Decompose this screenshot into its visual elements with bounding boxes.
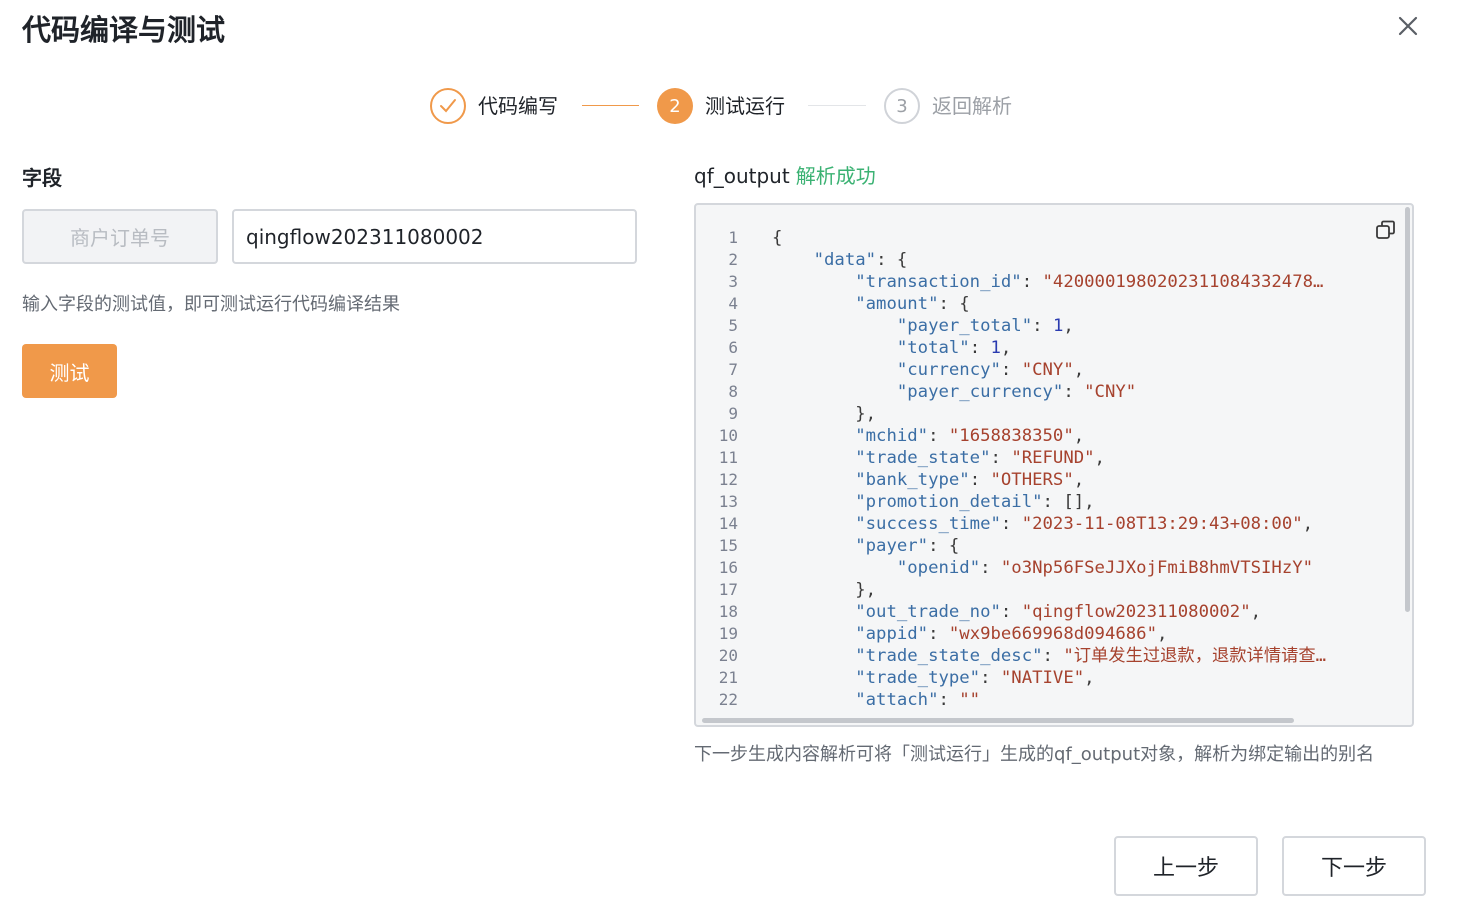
line-text: "payer": {	[855, 536, 960, 556]
line-number: 1	[728, 228, 738, 247]
line-text: "trade_state": "REFUND",	[855, 448, 1105, 468]
line-text: "out_trade_no": "qingflow202311080002",	[855, 602, 1262, 622]
line-text: "promotion_detail": [],	[855, 492, 1095, 512]
vertical-scrollbar[interactable]	[1405, 207, 1410, 612]
line-text: "bank_type": "OTHERS",	[855, 470, 1085, 490]
code-line: 13 "promotion_detail": [],	[696, 491, 1402, 513]
step-connector	[808, 105, 866, 106]
stepper: 代码编写 2 测试运行 3 返回解析	[0, 87, 1464, 125]
line-number: 13	[718, 492, 738, 511]
code-editor[interactable]: 1{2 "data": {3 "transaction_id": "420000…	[694, 203, 1414, 727]
line-text: "success_time": "2023-11-08T13:29:43+08:…	[855, 514, 1314, 534]
line-text: "trade_type": "NATIVE",	[855, 668, 1095, 688]
line-number: 8	[728, 382, 738, 401]
step-number-2: 2	[657, 88, 693, 124]
line-text: "mchid": "1658838350",	[855, 426, 1085, 446]
code-line: 11 "trade_state": "REFUND",	[696, 447, 1402, 469]
prev-step-button[interactable]: 上一步	[1114, 836, 1258, 896]
line-number: 21	[718, 668, 738, 687]
line-number: 22	[718, 690, 738, 709]
test-button[interactable]: 测试	[22, 344, 117, 398]
code-line: 3 "transaction_id": "4200001980202311084…	[696, 271, 1402, 293]
code-line: 9 },	[696, 403, 1402, 425]
code-line: 14 "success_time": "2023-11-08T13:29:43+…	[696, 513, 1402, 535]
line-number: 10	[718, 426, 738, 445]
line-text: "transaction_id": "420000198020231108433…	[855, 272, 1324, 292]
line-number: 14	[718, 514, 738, 533]
code-line: 15 "payer": {	[696, 535, 1402, 557]
code-line: 21 "trade_type": "NATIVE",	[696, 667, 1402, 689]
field-hint: 输入字段的测试值，即可测试运行代码编译结果	[22, 294, 400, 315]
field-name-select[interactable]: 商户订单号	[22, 209, 218, 264]
line-number: 12	[718, 470, 738, 489]
line-number: 17	[718, 580, 738, 599]
line-number: 3	[728, 272, 738, 291]
code-line: 17 },	[696, 579, 1402, 601]
line-text: "attach": ""	[855, 690, 981, 710]
code-line: 18 "out_trade_no": "qingflow202311080002…	[696, 601, 1402, 623]
line-number: 19	[718, 624, 738, 643]
line-number: 9	[728, 404, 738, 423]
output-description: 下一步生成内容解析可将「测试运行」生成的qf_output对象，解析为绑定输出的…	[694, 744, 1375, 765]
test-value-input[interactable]	[232, 209, 637, 264]
line-text: "currency": "CNY",	[896, 360, 1085, 380]
code-line: 22 "attach": ""	[696, 689, 1402, 711]
code-line: 1{	[696, 227, 1402, 249]
code-line: 12 "bank_type": "OTHERS",	[696, 469, 1402, 491]
line-text: "payer_total": 1,	[896, 316, 1074, 336]
close-icon[interactable]	[1394, 12, 1422, 40]
step-test-run: 测试运行	[705, 94, 785, 118]
code-line: 20 "trade_state_desc": "订单发生过退款，退款详情请查…	[696, 645, 1402, 667]
code-content: 1{2 "data": {3 "transaction_id": "420000…	[696, 227, 1402, 715]
step-connector	[582, 105, 639, 106]
line-text: },	[772, 580, 877, 600]
parse-status: 解析成功	[795, 164, 876, 188]
field-section-label: 字段	[22, 166, 62, 190]
line-text: "amount": {	[855, 294, 970, 314]
line-text: },	[772, 404, 877, 424]
line-number: 15	[718, 536, 738, 555]
copy-icon[interactable]	[1374, 218, 1398, 242]
step-number-3: 3	[884, 88, 920, 124]
code-line: 7 "currency": "CNY",	[696, 359, 1402, 381]
line-number: 18	[718, 602, 738, 621]
line-text: "openid": "o3Np56FSeJJXojFmiB8hmVTSIHzY"	[896, 558, 1314, 578]
code-line: 19 "appid": "wx9be669968d094686",	[696, 623, 1402, 645]
line-number: 2	[728, 250, 738, 269]
line-number: 16	[718, 558, 738, 577]
line-number: 7	[728, 360, 738, 379]
line-text: "trade_state_desc": "订单发生过退款，退款详情请查…	[855, 646, 1327, 666]
line-text: "total": 1,	[896, 338, 1012, 358]
output-name: qf_output	[694, 164, 790, 188]
code-line: 5 "payer_total": 1,	[696, 315, 1402, 337]
line-text: "payer_currency": "CNY"	[896, 382, 1137, 402]
next-step-button[interactable]: 下一步	[1282, 836, 1426, 896]
code-line: 6 "total": 1,	[696, 337, 1402, 359]
code-line: 16 "openid": "o3Np56FSeJJXojFmiB8hmVTSIH…	[696, 557, 1402, 579]
horizontal-scrollbar[interactable]	[702, 718, 1294, 723]
line-number: 5	[728, 316, 738, 335]
code-line: 8 "payer_currency": "CNY"	[696, 381, 1402, 403]
code-line: 4 "amount": {	[696, 293, 1402, 315]
line-text: "appid": "wx9be669968d094686",	[855, 624, 1168, 644]
output-label: qf_output 解析成功	[694, 163, 876, 189]
dialog-title: 代码编译与测试	[22, 13, 226, 47]
step-return-parse: 返回解析	[932, 94, 1012, 118]
code-line: 10 "mchid": "1658838350",	[696, 425, 1402, 447]
line-text: {	[772, 228, 783, 248]
line-number: 11	[718, 448, 738, 467]
code-line: 2 "data": {	[696, 249, 1402, 271]
check-icon	[430, 88, 466, 124]
line-number: 20	[718, 646, 738, 665]
line-number: 4	[728, 294, 738, 313]
step-code-writing: 代码编写	[478, 94, 558, 118]
line-number: 6	[728, 338, 738, 357]
line-text: "data": {	[813, 250, 908, 270]
